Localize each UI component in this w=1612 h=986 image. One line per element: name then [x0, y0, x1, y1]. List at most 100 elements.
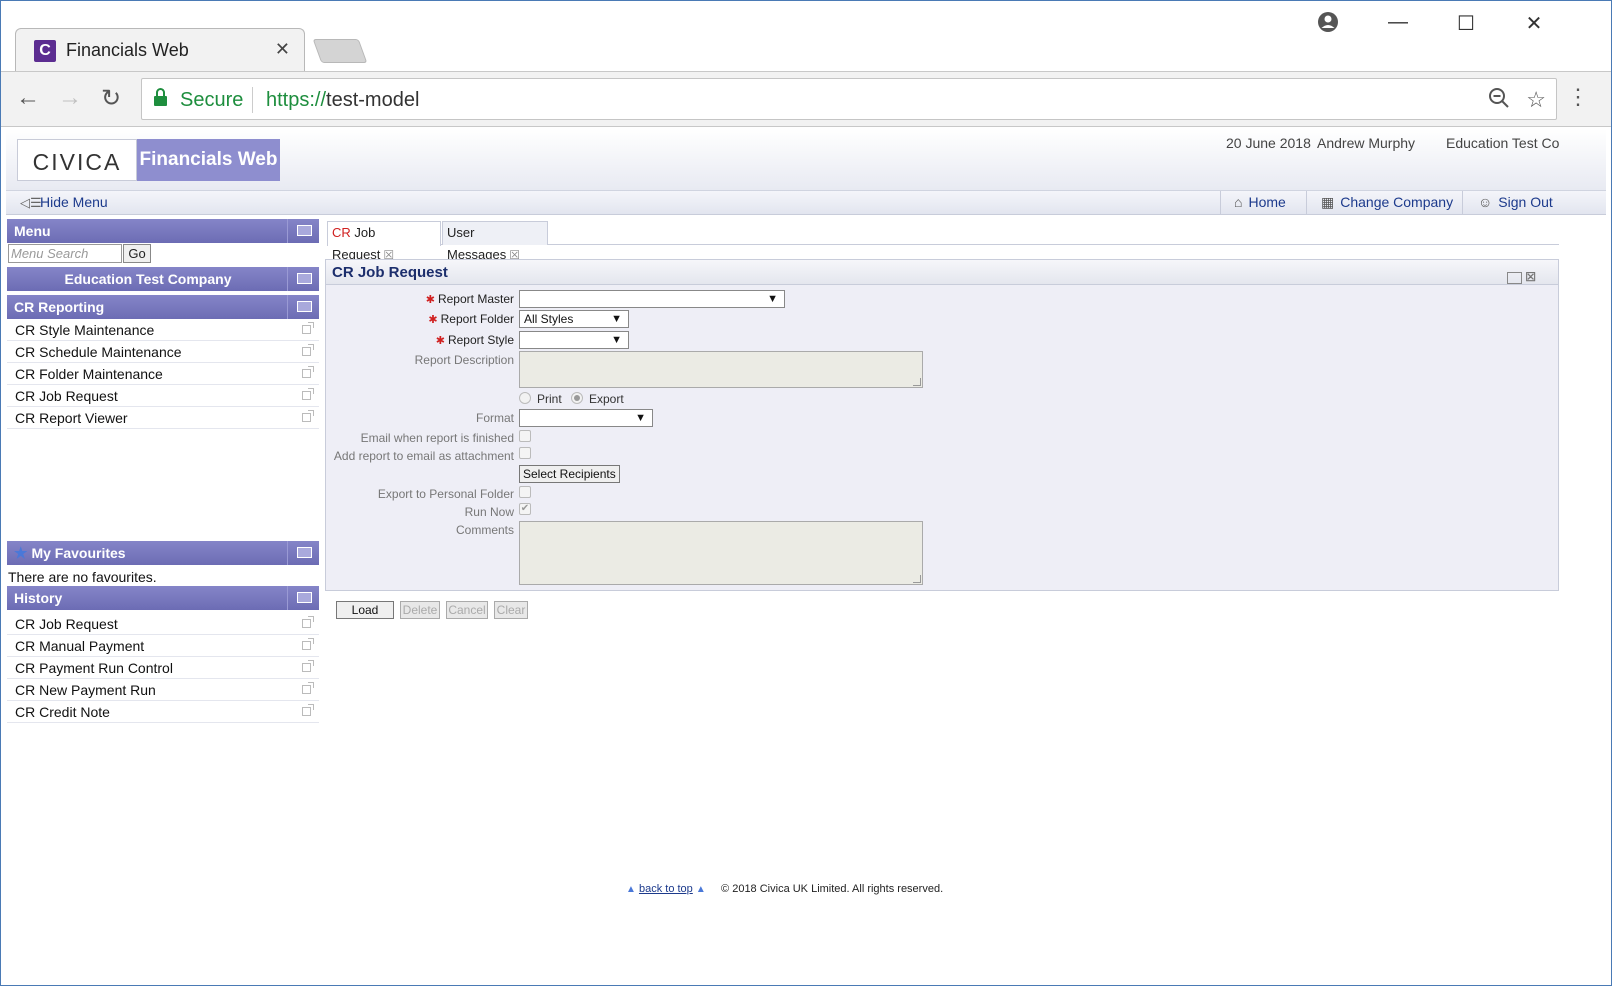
required-star-icon: ✱ — [435, 335, 445, 347]
email-finished-checkbox[interactable] — [519, 430, 531, 442]
history-item-cr-manual-payment[interactable]: CR Manual Payment — [7, 635, 319, 657]
panel-title: CR Job Request ☒ — [326, 260, 1558, 285]
company-panel-header: Education Test Company — [7, 267, 319, 291]
app-header: CIVICA Financials Web 20 June 2018 Andre… — [6, 129, 1606, 191]
comments-textarea[interactable] — [519, 521, 923, 585]
tab-cr-job-request[interactable]: CR Job Request ☒ — [327, 221, 441, 262]
delete-button[interactable]: Delete — [400, 601, 440, 619]
profile-icon[interactable] — [1313, 11, 1343, 39]
browser-window: C Financials Web ✕ — ☐ ✕ ← → ↻ Secure ht… — [0, 0, 1612, 986]
export-personal-label: Export to Personal Folder — [377, 487, 514, 501]
dropdown-arrow-icon: ▼ — [635, 412, 646, 424]
print-label: Print — [537, 392, 562, 406]
company-panel-toggle-icon[interactable] — [287, 267, 319, 291]
page-footer: ▲ back to top ▲ © 2018 Civica UK Limited… — [626, 883, 943, 895]
format-select[interactable]: ▼ — [519, 409, 653, 427]
clear-button[interactable]: Clear — [494, 601, 528, 619]
report-style-select[interactable]: ▼ — [519, 331, 629, 349]
company-name: Education Test Co — [1446, 135, 1560, 151]
cr-reporting-header[interactable]: CR Reporting — [7, 295, 319, 319]
home-icon: ⌂ — [1234, 194, 1243, 210]
favourites-panel-header: ★ My Favourites — [7, 541, 319, 565]
favourites-star-icon: ★ — [14, 545, 28, 562]
report-description-label: Report Description — [414, 353, 514, 367]
browser-toolbar: ← → ↻ Secure https://test-model ☆ ⋮ — [1, 71, 1611, 127]
civica-logo: CIVICA — [17, 139, 137, 181]
maximize-icon[interactable]: ☐ — [1451, 11, 1481, 36]
open-new-window-icon[interactable] — [302, 410, 314, 422]
open-new-window-icon[interactable] — [302, 616, 314, 628]
open-new-window-icon[interactable] — [302, 704, 314, 716]
tab-user-messages[interactable]: User Messages ☒ — [442, 221, 548, 262]
close-window-icon[interactable]: ✕ — [1519, 11, 1549, 36]
comments-label: Comments — [455, 523, 514, 537]
back-to-top-link[interactable]: back to top — [639, 883, 693, 895]
open-new-window-icon[interactable] — [302, 366, 314, 378]
panel-close-icon[interactable]: ☒ — [1525, 270, 1536, 284]
run-now-label: Run Now — [464, 505, 514, 519]
history-panel-toggle-icon[interactable] — [287, 586, 319, 610]
format-label: Format — [475, 411, 514, 425]
url-text[interactable]: https://test-model — [266, 89, 419, 112]
history-item-cr-payment-run-control[interactable]: CR Payment Run Control — [7, 657, 319, 679]
new-tab-button[interactable] — [312, 39, 368, 63]
history-item-cr-credit-note[interactable]: CR Credit Note — [7, 701, 319, 723]
export-personal-checkbox[interactable] — [519, 486, 531, 498]
reload-icon[interactable]: ↻ — [96, 84, 126, 113]
report-master-select[interactable]: ▼ — [519, 290, 785, 308]
dropdown-arrow-icon: ▼ — [611, 313, 622, 325]
report-folder-select[interactable]: All Styles ▼ — [519, 310, 629, 328]
report-description-textarea[interactable] — [519, 351, 923, 388]
select-recipients-button[interactable]: Select Recipients — [519, 465, 620, 483]
tab-close-icon[interactable]: ✕ — [275, 39, 290, 60]
report-style-label: ✱ Report Style — [435, 333, 514, 347]
favourites-panel-toggle-icon[interactable] — [287, 541, 319, 565]
up-arrow-icon: ▲ — [695, 884, 706, 895]
open-new-window-icon[interactable] — [302, 638, 314, 650]
menu-item-cr-schedule-maintenance[interactable]: CR Schedule Maintenance — [7, 341, 319, 363]
menu-item-cr-folder-maintenance[interactable]: CR Folder Maintenance — [7, 363, 319, 385]
history-item-cr-new-payment-run[interactable]: CR New Payment Run — [7, 679, 319, 701]
address-bar[interactable]: Secure https://test-model ☆ — [141, 78, 1557, 120]
menu-item-cr-report-viewer[interactable]: CR Report Viewer — [7, 407, 319, 429]
app-subbar: ◁☰Hide Menu ⌂ Home ▦ Change Company ☺ Sign … — [6, 191, 1606, 215]
bookmark-star-icon[interactable]: ☆ — [1526, 87, 1546, 113]
menu-search-input[interactable]: Menu Search — [8, 244, 122, 263]
attach-checkbox[interactable] — [519, 447, 531, 459]
cancel-button[interactable]: Cancel — [446, 601, 488, 619]
load-button[interactable]: Load — [336, 601, 394, 619]
required-star-icon: ✱ — [425, 294, 435, 306]
menu-item-cr-style-maintenance[interactable]: CR Style Maintenance — [7, 319, 319, 341]
zoom-icon[interactable] — [1488, 87, 1510, 115]
change-company-link[interactable]: ▦ Change Company — [1321, 194, 1453, 211]
menu-search-go-button[interactable]: Go — [123, 244, 151, 263]
open-new-window-icon[interactable] — [302, 344, 314, 356]
civica-favicon-icon: C — [34, 40, 56, 62]
browser-tab[interactable]: C Financials Web ✕ — [15, 28, 305, 72]
open-new-window-icon[interactable] — [302, 322, 314, 334]
panel-popout-icon[interactable] — [1506, 271, 1522, 284]
menu-panel-toggle-icon[interactable] — [287, 219, 319, 243]
forward-arrow-icon[interactable]: → — [55, 84, 85, 112]
menu-item-cr-job-request[interactable]: CR Job Request — [7, 385, 319, 407]
browser-menu-icon[interactable]: ⋮ — [1567, 84, 1589, 110]
back-arrow-icon[interactable]: ← — [13, 84, 43, 112]
email-finished-label: Email when report is finished — [360, 431, 514, 445]
export-radio[interactable] — [571, 392, 583, 404]
user-sign-out-icon: ☺ — [1478, 194, 1493, 210]
open-new-window-icon[interactable] — [302, 682, 314, 694]
sign-out-link[interactable]: ☺ Sign Out — [1478, 194, 1553, 210]
home-link[interactable]: ⌂ Home — [1234, 194, 1286, 210]
hide-menu-link[interactable]: ◁☰Hide Menu — [20, 194, 108, 211]
app-page: CIVICA Financials Web 20 June 2018 Andre… — [6, 129, 1606, 939]
print-radio[interactable] — [519, 392, 531, 404]
attach-label: Add report to email as attachment — [333, 449, 514, 463]
report-master-label: ✱ Report Master — [425, 292, 514, 306]
run-now-checkbox[interactable]: ✔ — [519, 503, 531, 515]
open-new-window-icon[interactable] — [302, 660, 314, 672]
menu-panel-header: Menu — [7, 219, 319, 243]
minimize-icon[interactable]: — — [1383, 11, 1413, 34]
history-item-cr-job-request[interactable]: CR Job Request — [7, 613, 319, 635]
title-bar: C Financials Web ✕ — ☐ ✕ — [1, 1, 1611, 72]
open-new-window-icon[interactable] — [302, 388, 314, 400]
